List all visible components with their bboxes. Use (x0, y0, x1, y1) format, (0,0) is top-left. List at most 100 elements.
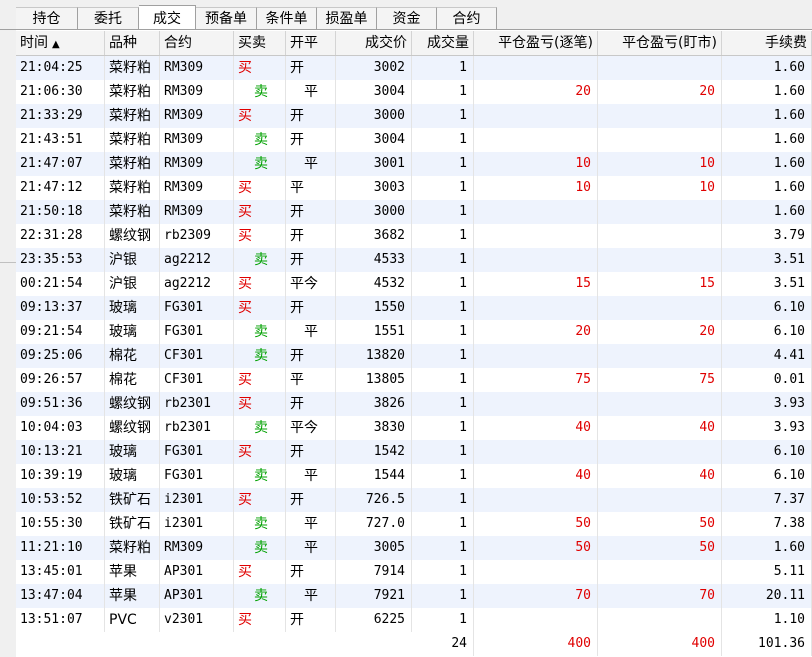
tab-0[interactable]: 持仓 (16, 7, 78, 29)
cell-pnl-trade (474, 224, 598, 248)
cell-price: 3000 (336, 200, 412, 224)
cell-product: 菜籽粕 (105, 128, 160, 152)
table-row[interactable]: 21:43:51 菜籽粕 RM309 卖开 3004 1 1.60 (16, 128, 812, 152)
cell-fee: 1.60 (722, 80, 812, 104)
cell-contract: RM309 (160, 152, 234, 176)
table-row[interactable]: 10:39:19 玻璃 FG301 卖平 1544 1 40 40 6.10 (16, 464, 812, 488)
table-row[interactable]: 13:45:01 苹果 AP301 买开 7914 1 5.11 (16, 560, 812, 584)
table-row[interactable]: 21:33:29 菜籽粕 RM309 买开 3000 1 1.60 (16, 104, 812, 128)
table-row[interactable]: 11:21:10 菜籽粕 RM309 卖平 3005 1 50 50 1.60 (16, 536, 812, 560)
table-row[interactable]: 10:04:03 螺纹钢 rb2301 卖平今 3830 1 40 40 3.93 (16, 416, 812, 440)
cell-price: 1542 (336, 440, 412, 464)
cell-product: 玻璃 (105, 440, 160, 464)
cell-contract: RM309 (160, 104, 234, 128)
cell-product: 玻璃 (105, 464, 160, 488)
table-row[interactable]: 21:47:12 菜籽粕 RM309 买平 3003 1 10 10 1.60 (16, 176, 812, 200)
column-header-label: 成交价 (365, 35, 407, 51)
table-row[interactable]: 09:51:36 螺纹钢 rb2301 买开 3826 1 3.93 (16, 392, 812, 416)
cell-direction: 卖 (234, 344, 286, 368)
column-header-contract[interactable]: 合约 (160, 31, 234, 55)
cell-price: 1544 (336, 464, 412, 488)
cell-direction: 买 (234, 296, 286, 320)
cell-time: 09:13:37 (16, 296, 105, 320)
cell-product: 铁矿石 (105, 488, 160, 512)
cell-pnl-trade (474, 200, 598, 224)
cell-direction: 买 (234, 488, 286, 512)
column-header-offset[interactable]: 开平 (286, 31, 336, 55)
table-row[interactable]: 23:35:53 沪银 ag2212 卖开 4533 1 3.51 (16, 248, 812, 272)
trades-table: 时间 ▲ 品种 合约 买卖 开平 成交价 成交量 平仓盈亏(逐笔) 平仓盈亏(盯市) 手续费 21:… (16, 31, 812, 656)
tab-2[interactable]: 成交 (139, 5, 196, 30)
cell-price: 3003 (336, 176, 412, 200)
cell-pnl-trade: 20 (474, 80, 598, 104)
left-panel-divider (0, 262, 16, 263)
column-header-volume[interactable]: 成交量 (412, 31, 474, 55)
cell-pnl-mtm (598, 296, 722, 320)
tab-4[interactable]: 条件单 (257, 7, 317, 29)
cell-contract: RM309 (160, 200, 234, 224)
cell-fee: 3.79 (722, 224, 812, 248)
cell-fee: 0.01 (722, 368, 812, 392)
table-row[interactable]: 13:51:07 PVC v2301 买开 6225 1 1.10 (16, 608, 812, 632)
table-row[interactable]: 21:06:30 菜籽粕 RM309 卖平 3004 1 20 20 1.60 (16, 80, 812, 104)
table-row[interactable]: 10:13:21 玻璃 FG301 买开 1542 1 6.10 (16, 440, 812, 464)
column-header-price[interactable]: 成交价 (336, 31, 412, 55)
cell-offset: 平今 (286, 416, 336, 440)
cell-pnl-trade: 40 (474, 416, 598, 440)
table-row[interactable]: 22:31:28 螺纹钢 rb2309 买开 3682 1 3.79 (16, 224, 812, 248)
cell-offset: 平 (286, 368, 336, 392)
cell-direction: 卖 (234, 248, 286, 272)
cell-product: 玻璃 (105, 320, 160, 344)
column-header-product[interactable]: 品种 (105, 31, 160, 55)
table-row[interactable]: 13:47:04 苹果 AP301 卖平 7921 1 70 70 20.11 (16, 584, 812, 608)
total-fee: 101.36 (722, 632, 812, 656)
table-row[interactable]: 21:47:07 菜籽粕 RM309 卖平 3001 1 10 10 1.60 (16, 152, 812, 176)
tab-bar-border (0, 29, 812, 30)
cell-product: 棉花 (105, 344, 160, 368)
table-row[interactable]: 21:04:25 菜籽粕 RM309 买开 3002 1 1.60 (16, 56, 812, 80)
table-body: 21:04:25 菜籽粕 RM309 买开 3002 1 1.60 21:06:30 菜籽粕 RM… (16, 56, 812, 632)
cell-contract: CF301 (160, 344, 234, 368)
table-row[interactable]: 09:13:37 玻璃 FG301 买开 1550 1 6.10 (16, 296, 812, 320)
cell-pnl-mtm: 20 (598, 80, 722, 104)
cell-contract: rb2301 (160, 416, 234, 440)
cell-time: 13:51:07 (16, 608, 105, 632)
table-row[interactable]: 10:55:30 铁矿石 i2301 卖平 727.0 1 50 50 7.38 (16, 512, 812, 536)
table-row[interactable]: 09:26:57 棉花 CF301 买平 13805 1 75 75 0.01 (16, 368, 812, 392)
table-row[interactable]: 09:25:06 棉花 CF301 卖开 13820 1 4.41 (16, 344, 812, 368)
column-header-label: 合约 (164, 35, 192, 51)
cell-fee: 6.10 (722, 440, 812, 464)
column-header-time[interactable]: 时间 ▲ (16, 31, 105, 55)
tab-7[interactable]: 合约 (437, 7, 497, 29)
cell-contract: CF301 (160, 368, 234, 392)
cell-pnl-mtm (598, 104, 722, 128)
cell-product: 沪银 (105, 248, 160, 272)
cell-time: 23:35:53 (16, 248, 105, 272)
column-header-direction[interactable]: 买卖 (234, 31, 286, 55)
table-row[interactable]: 10:53:52 铁矿石 i2301 买开 726.5 1 7.37 (16, 488, 812, 512)
column-header-pnl-trade[interactable]: 平仓盈亏(逐笔) (474, 31, 598, 55)
column-header-fee[interactable]: 手续费 (722, 31, 812, 55)
column-header-pnl-mtm[interactable]: 平仓盈亏(盯市) (598, 31, 722, 55)
cell-volume: 1 (412, 80, 474, 104)
cell-contract: RM309 (160, 56, 234, 80)
cell-volume: 1 (412, 416, 474, 440)
cell-offset: 开 (286, 248, 336, 272)
cell-pnl-trade (474, 488, 598, 512)
tab-1[interactable]: 委托 (78, 7, 139, 29)
cell-product: 菜籽粕 (105, 152, 160, 176)
cell-time: 10:39:19 (16, 464, 105, 488)
cell-price: 3826 (336, 392, 412, 416)
total-pnl-trade: 400 (474, 632, 598, 656)
table-row[interactable]: 09:21:54 玻璃 FG301 卖平 1551 1 20 20 6.10 (16, 320, 812, 344)
table-row[interactable]: 00:21:54 沪银 ag2212 买平今 4532 1 15 15 3.51 (16, 272, 812, 296)
tab-3[interactable]: 预备单 (196, 7, 257, 29)
cell-pnl-trade (474, 392, 598, 416)
cell-time: 10:55:30 (16, 512, 105, 536)
table-row[interactable]: 21:50:18 菜籽粕 RM309 买开 3000 1 1.60 (16, 200, 812, 224)
cell-direction: 卖 (234, 80, 286, 104)
tab-5[interactable]: 损盈单 (317, 7, 377, 29)
tab-6[interactable]: 资金 (377, 7, 437, 29)
cell-offset: 平今 (286, 272, 336, 296)
column-header-label: 时间 (20, 35, 48, 51)
